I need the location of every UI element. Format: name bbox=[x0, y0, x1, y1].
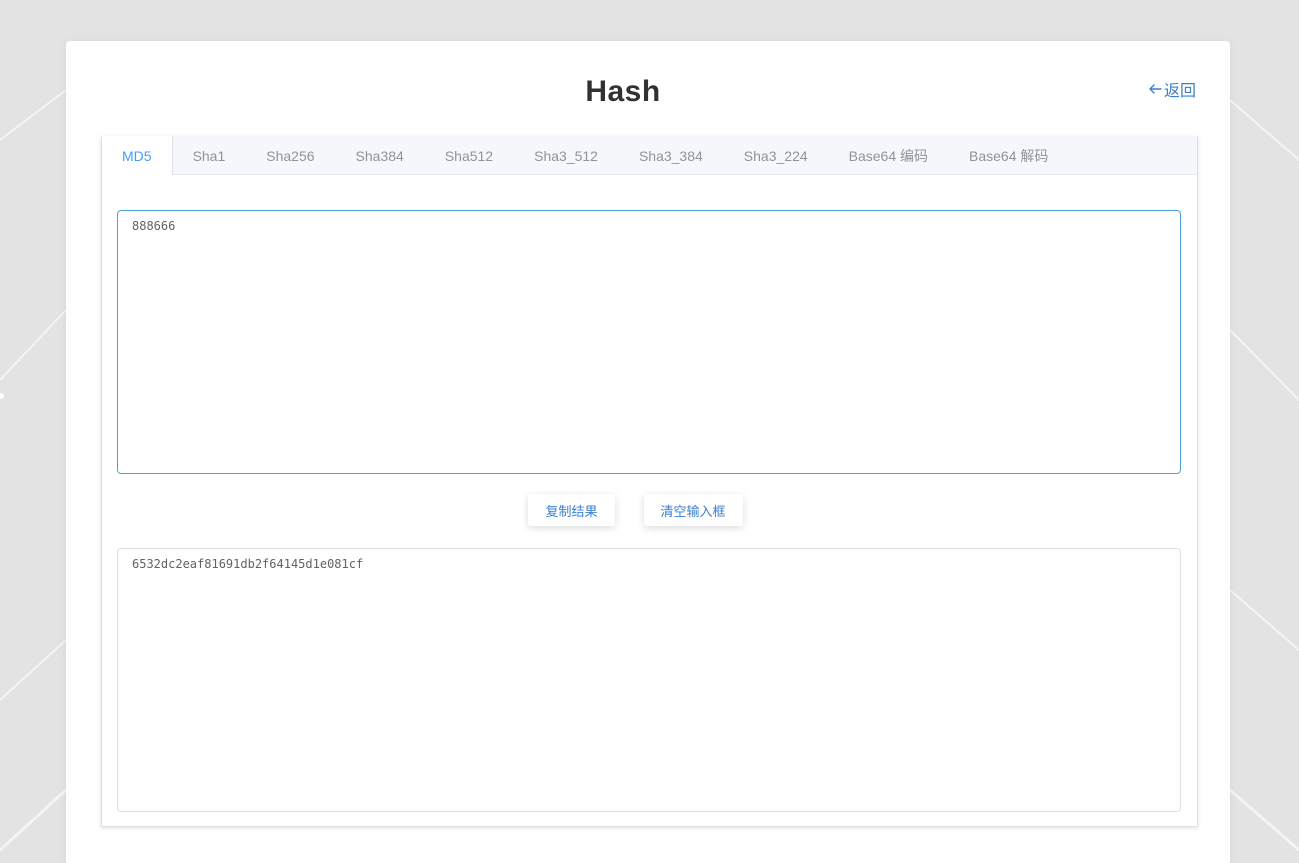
tab-base64-decode[interactable]: Base64 解码 bbox=[949, 136, 1069, 174]
output-textarea[interactable]: 6532dc2eaf81691db2f64145d1e081cf bbox=[117, 548, 1181, 812]
tab-sha512[interactable]: Sha512 bbox=[425, 136, 514, 174]
tab-base64-encode[interactable]: Base64 编码 bbox=[829, 136, 949, 174]
tab-sha256[interactable]: Sha256 bbox=[246, 136, 335, 174]
algorithm-tabs: MD5 Sha1 Sha256 Sha384 Sha512 Sha3_512 S… bbox=[101, 136, 1197, 175]
back-link[interactable]: 返回 bbox=[1148, 77, 1196, 101]
clear-input-button[interactable]: 清空输入框 bbox=[643, 494, 743, 526]
action-buttons: 复制结果 清空输入框 bbox=[102, 494, 1197, 526]
tab-sha3-224[interactable]: Sha3_224 bbox=[724, 136, 829, 174]
main-card: Hash 返回 MD5 Sha1 Sha256 Sha384 Sha512 Sh… bbox=[66, 41, 1230, 863]
tab-sha384[interactable]: Sha384 bbox=[336, 136, 425, 174]
page-title: Hash bbox=[585, 75, 661, 108]
back-label: 返回 bbox=[1164, 83, 1197, 100]
tab-sha3-384[interactable]: Sha3_384 bbox=[619, 136, 724, 174]
tab-sha3-512[interactable]: Sha3_512 bbox=[514, 136, 619, 174]
input-textarea[interactable]: 888666 bbox=[117, 210, 1181, 474]
arrow-left-icon bbox=[1148, 82, 1162, 96]
copy-result-button[interactable]: 复制结果 bbox=[528, 494, 615, 526]
hash-panel: MD5 Sha1 Sha256 Sha384 Sha512 Sha3_512 S… bbox=[101, 136, 1198, 827]
tab-md5[interactable]: MD5 bbox=[101, 136, 173, 175]
tab-sha1[interactable]: Sha1 bbox=[173, 136, 247, 174]
